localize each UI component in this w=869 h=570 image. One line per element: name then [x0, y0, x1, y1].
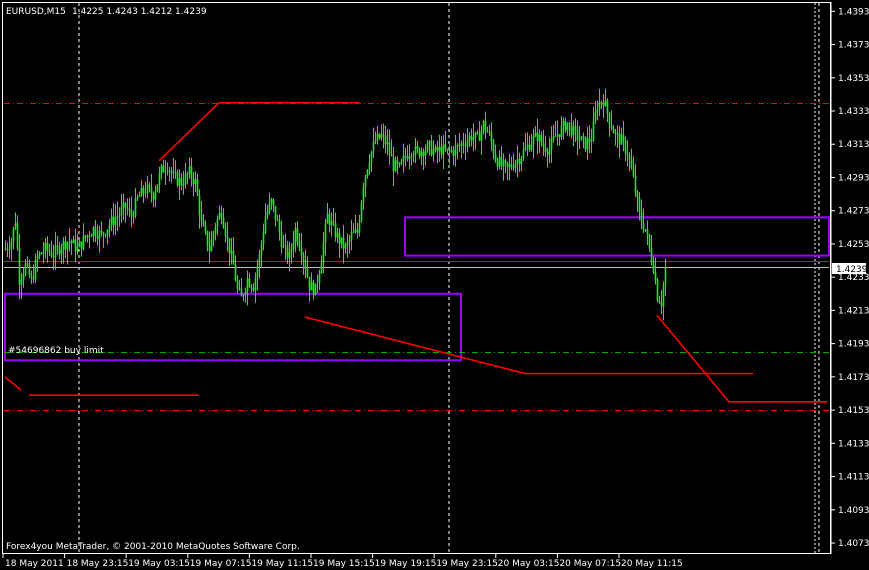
price-tick-label: 1.4293 — [838, 173, 869, 183]
price-tick-label: 1.4393 — [838, 7, 869, 17]
time-tick-label: 20 May 07:15 — [559, 559, 621, 569]
time-axis: 18 May 2011 18 May 23:15 19 May 03:15 19 Ma… — [2, 553, 683, 569]
candle-layer — [4, 88, 667, 321]
price-tick-label: 1.4373 — [838, 41, 869, 51]
time-tick-label: 18 May 2011 — [5, 559, 64, 569]
time-tick-label: 20 May 03:15 — [498, 559, 560, 569]
price-tick-label: 1.4253 — [838, 240, 869, 250]
time-tick-label: 19 May 11:15 — [251, 559, 313, 569]
chart-title: EURUSD,M15 — [6, 7, 66, 17]
chart-canvas[interactable]: 1.4393 1.4373 1.4353 1.4333 1.4313 1.4293 1.42… — [0, 0, 869, 570]
zone-rect-1[interactable] — [404, 216, 830, 257]
price-tick-label: 1.4153 — [838, 406, 869, 416]
time-tick-label: 19 May 07:15 — [190, 559, 252, 569]
price-tick-label: 1.4173 — [838, 373, 869, 383]
grid-layer — [78, 3, 820, 553]
price-tick-label: 1.4073 — [838, 539, 869, 549]
trendline-3[interactable] — [304, 316, 753, 375]
price-axis: 1.4393 1.4373 1.4353 1.4333 1.4313 1.4293 1.42… — [831, 7, 869, 549]
current-price-label: 1.4239 — [836, 265, 868, 275]
trendline-1[interactable] — [4, 376, 22, 391]
price-tick-label: 1.4353 — [838, 74, 869, 84]
time-tick-label: 19 May 19:15 — [375, 559, 437, 569]
order-label: #54696862 buy limit — [8, 346, 104, 356]
trendline-4[interactable] — [656, 314, 827, 403]
price-tick-label: 1.4313 — [838, 140, 869, 150]
price-tick-label: 1.4193 — [838, 340, 869, 350]
level-layer — [4, 103, 829, 411]
time-tick-label: 19 May 23:15 — [436, 559, 498, 569]
price-tick-label: 1.4113 — [838, 473, 869, 483]
zone-layer — [4, 216, 830, 362]
price-tick-label: 1.4213 — [838, 306, 869, 316]
price-tick-label: 1.4333 — [838, 107, 869, 117]
time-tick-label: 19 May 15:15 — [313, 559, 375, 569]
chart-window: 1.4393 1.4373 1.4353 1.4333 1.4313 1.4293 1.42… — [0, 0, 869, 570]
price-tick-label: 1.4273 — [838, 207, 869, 217]
chart-ohlc: 1.4225 1.4243 1.4212 1.4239 — [72, 7, 207, 17]
price-tick-label: 1.4093 — [838, 506, 869, 516]
copyright-text: Forex4you MetaTrader, © 2001-2010 MetaQu… — [6, 542, 300, 552]
plot-frame — [2, 2, 831, 554]
time-tick-label: 20 May 11:15 — [621, 559, 683, 569]
time-tick-label: 18 May 23:15 — [67, 559, 129, 569]
price-tick-label: 1.4133 — [838, 439, 869, 449]
time-tick-label: 19 May 03:15 — [128, 559, 190, 569]
trendline-0[interactable] — [158, 101, 359, 162]
